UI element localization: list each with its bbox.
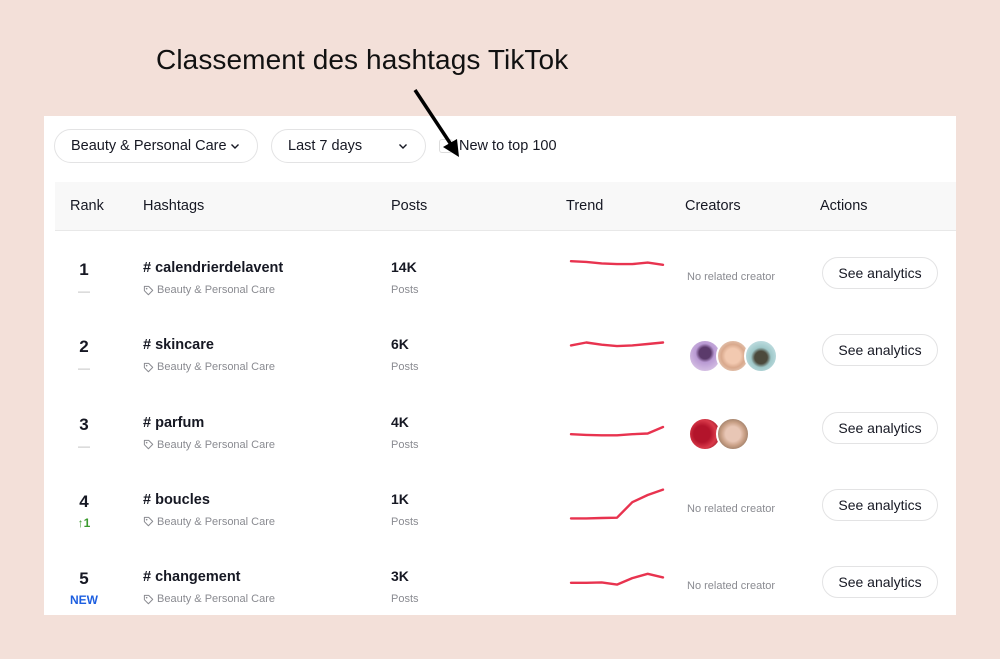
trend-line bbox=[569, 425, 665, 437]
rank-change: — bbox=[78, 284, 90, 298]
trend-sparkline bbox=[569, 341, 665, 348]
creator-avatar[interactable] bbox=[716, 416, 750, 451]
new-to-top-checkbox[interactable]: New to top 100 bbox=[439, 138, 557, 154]
rank-change: ↑1 bbox=[77, 515, 91, 530]
hashtag-category-label: Beauty & Personal Care bbox=[157, 284, 276, 296]
posts-label: Posts bbox=[391, 284, 419, 296]
trend-sparkline bbox=[569, 260, 665, 266]
period-dropdown[interactable]: Last 7 days bbox=[271, 129, 426, 163]
checkbox-box[interactable] bbox=[439, 139, 453, 153]
period-dropdown-label: Last 7 days bbox=[288, 138, 363, 154]
header-posts: Posts bbox=[391, 198, 428, 214]
rank-change: NEW bbox=[70, 593, 98, 608]
hashtag-category: Beauty & Personal Care bbox=[143, 516, 275, 528]
category-dropdown[interactable]: Beauty & Personal Care bbox=[54, 129, 258, 163]
tag-icon bbox=[143, 517, 154, 527]
hashtag-name[interactable]: # changement bbox=[143, 569, 241, 585]
no-related-creator: No related creator bbox=[687, 580, 776, 593]
posts-count: 4K bbox=[391, 413, 409, 430]
posts-count: 1K bbox=[391, 490, 409, 507]
hashtag-category-label: Beauty & Personal Care bbox=[157, 438, 276, 451]
posts-label: Posts bbox=[391, 515, 419, 528]
rank-change: — bbox=[78, 361, 90, 376]
tag-icon bbox=[143, 439, 154, 450]
creator-avatar[interactable] bbox=[744, 339, 778, 374]
posts-label: Posts bbox=[391, 438, 419, 451]
trend-line bbox=[569, 488, 665, 520]
header-actions: Actions bbox=[820, 198, 868, 214]
trend-sparkline bbox=[569, 425, 665, 437]
posts-count: 3K bbox=[391, 568, 409, 585]
header-rank: Rank bbox=[70, 198, 104, 214]
annotation-title: Classement des hashtags TikTok bbox=[156, 44, 569, 75]
trend-line bbox=[569, 341, 665, 348]
header-trend: Trend bbox=[566, 198, 604, 214]
rank-number: 3 bbox=[79, 414, 89, 434]
no-related-creator: No related creator bbox=[687, 271, 776, 283]
see-analytics-button[interactable]: See analytics bbox=[822, 257, 938, 289]
chevron-down-icon bbox=[397, 140, 409, 152]
hashtag-name[interactable]: # boucles bbox=[143, 492, 210, 508]
rank-change: — bbox=[78, 438, 90, 453]
table-row: 2 — # skincare Beauty & Personal Care 6K Post… bbox=[55, 325, 956, 402]
hashtag-category: Beauty & Personal Care bbox=[143, 593, 275, 605]
hashtag-category: Beauty & Personal Care bbox=[143, 284, 275, 296]
filter-bar: Beauty & Personal Care Last 7 days New t… bbox=[54, 129, 557, 163]
table-row: 1 — # calendrierdelavent Beauty & Personal … bbox=[55, 248, 956, 325]
posts-label: Posts bbox=[391, 361, 419, 374]
table-row: 3 — # parfum Beauty & Personal Care 4K Posts S… bbox=[55, 403, 956, 480]
see-analytics-button[interactable]: See analytics bbox=[822, 488, 938, 521]
hashtag-category-label: Beauty & Personal Care bbox=[157, 361, 276, 374]
no-related-creator: No related creator bbox=[687, 502, 776, 515]
rank-number: 1 bbox=[79, 260, 89, 279]
trend-line bbox=[569, 572, 665, 586]
hashtag-name[interactable]: # calendrierdelavent bbox=[143, 260, 283, 276]
table-row: 4 ↑1 # boucles Beauty & Personal Care 1K Post… bbox=[55, 480, 956, 557]
creator-avatars bbox=[688, 339, 778, 374]
trend-line bbox=[569, 260, 665, 266]
see-analytics-button[interactable]: See analytics bbox=[822, 411, 938, 444]
hashtag-name[interactable]: # skincare bbox=[143, 337, 214, 353]
table-row: 5 NEW # changement Beauty & Personal Care 3K… bbox=[55, 557, 956, 634]
header-hashtags: Hashtags bbox=[143, 198, 205, 214]
trend-sparkline bbox=[569, 572, 665, 586]
table-header: Rank Hashtags Posts Trend Creators Actio… bbox=[55, 182, 956, 231]
hashtag-ranking-panel: Beauty & Personal Care Last 7 days New t… bbox=[44, 116, 956, 615]
see-analytics-button[interactable]: See analytics bbox=[822, 566, 938, 599]
header-creators: Creators bbox=[685, 198, 741, 214]
tag-icon bbox=[143, 362, 154, 373]
rank-number: 4 bbox=[79, 491, 89, 511]
see-analytics-button[interactable]: See analytics bbox=[822, 334, 938, 367]
tag-icon bbox=[143, 594, 154, 604]
chevron-down-icon bbox=[229, 140, 241, 152]
rank-number: 2 bbox=[79, 337, 89, 357]
tag-icon bbox=[143, 285, 154, 295]
trend-sparkline bbox=[569, 488, 665, 520]
new-to-top-label: New to top 100 bbox=[459, 138, 557, 154]
hashtag-name[interactable]: # parfum bbox=[143, 415, 204, 431]
hashtag-category: Beauty & Personal Care bbox=[143, 361, 275, 373]
creator-avatars bbox=[688, 416, 750, 451]
hashtag-category-label: Beauty & Personal Care bbox=[157, 593, 276, 606]
posts-label: Posts bbox=[391, 593, 419, 606]
hashtag-category-label: Beauty & Personal Care bbox=[157, 515, 276, 528]
hashtag-category: Beauty & Personal Care bbox=[143, 439, 275, 451]
rank-number: 5 bbox=[79, 569, 89, 589]
posts-count: 6K bbox=[391, 336, 409, 353]
category-dropdown-label: Beauty & Personal Care bbox=[71, 138, 227, 154]
posts-count: 14K bbox=[391, 259, 417, 275]
